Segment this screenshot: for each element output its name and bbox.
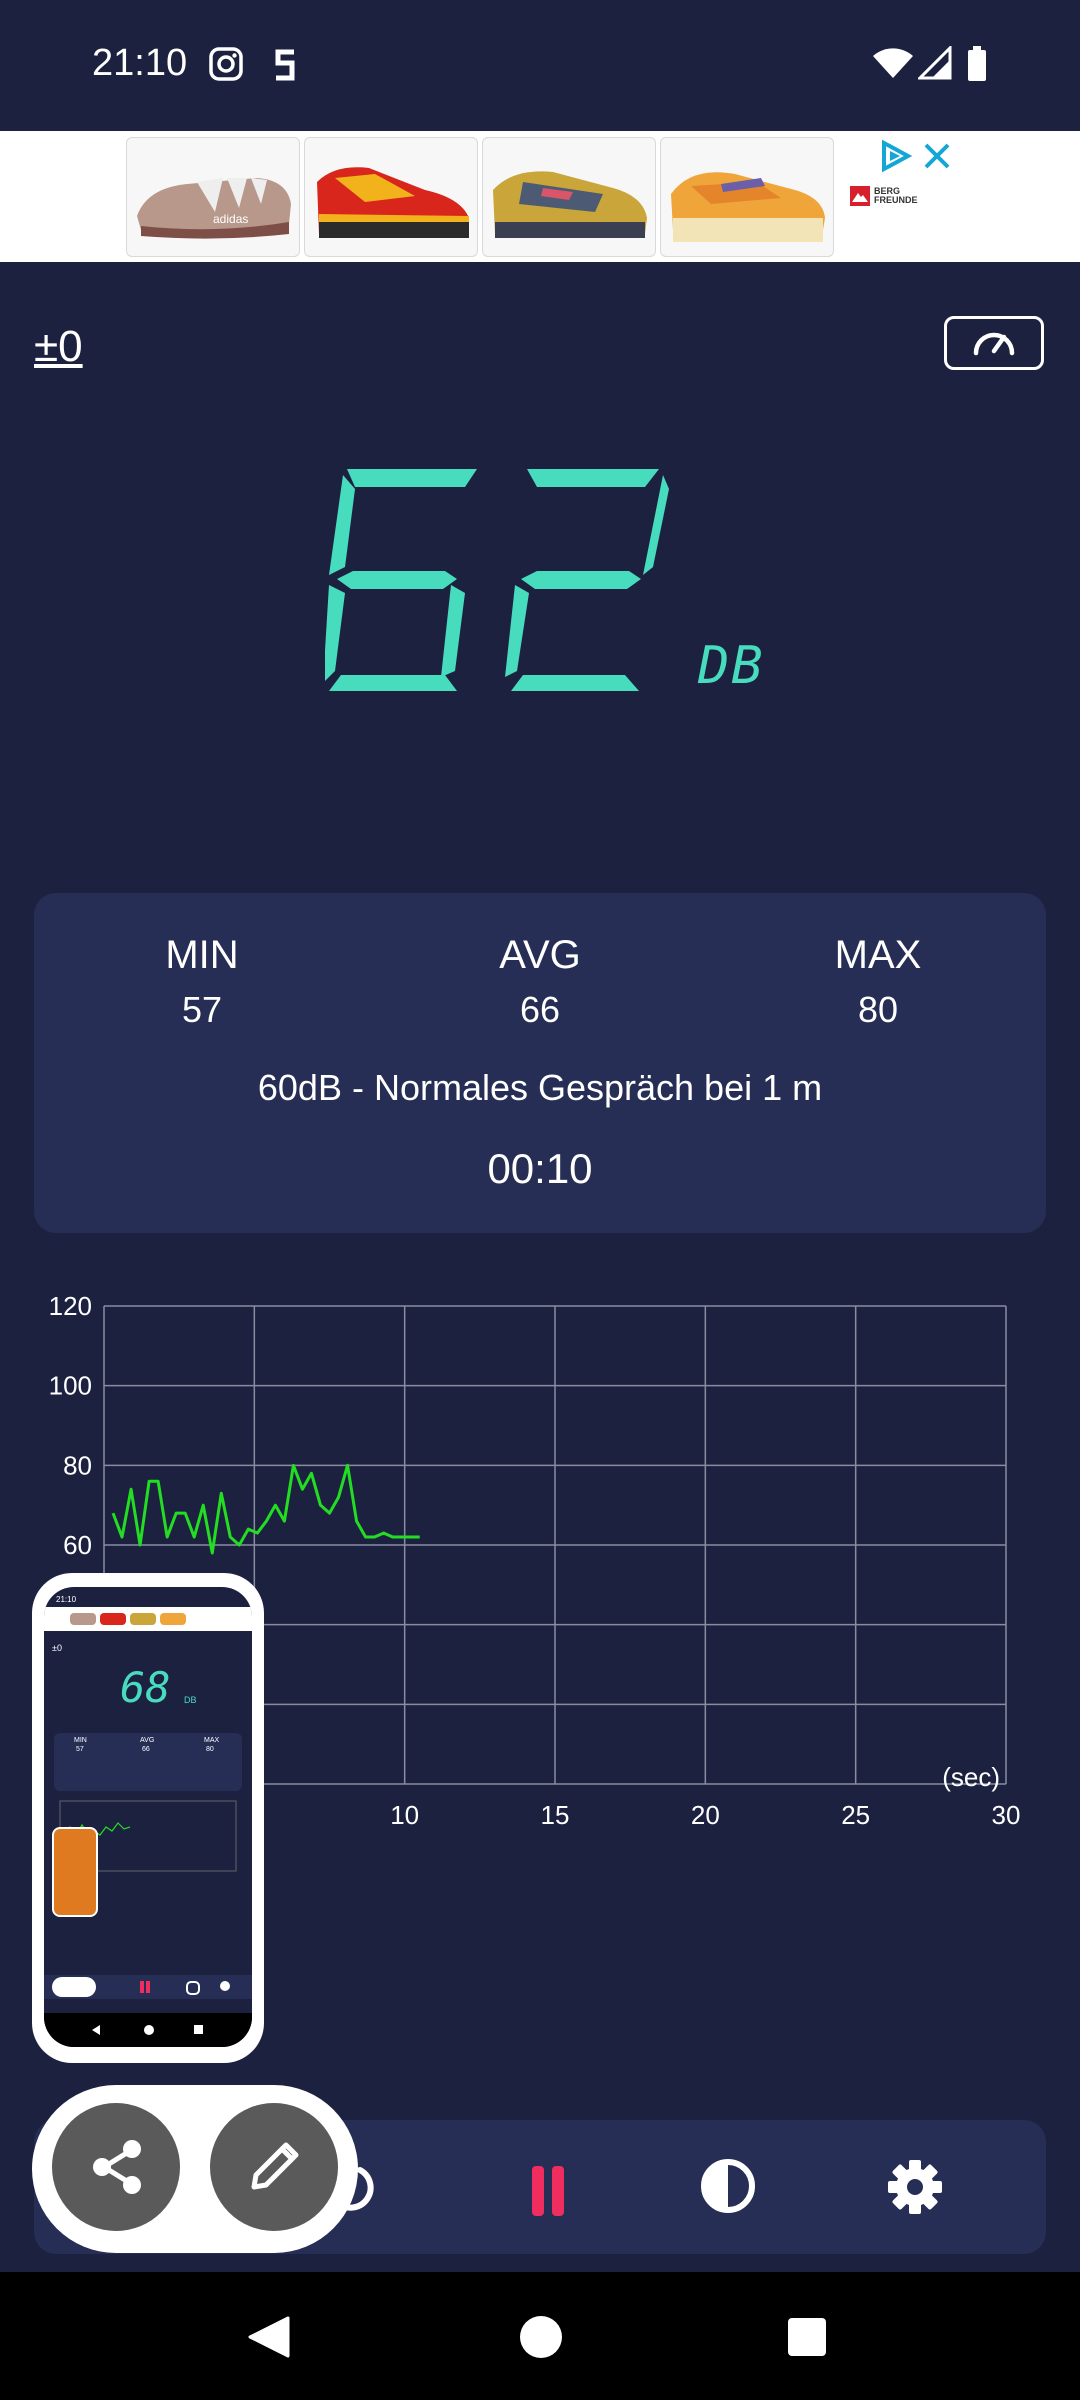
elapsed-time: 00:10: [487, 1145, 593, 1192]
preview-bottom-bar: [44, 1975, 252, 1999]
battery-icon: [966, 46, 988, 87]
instagram-icon: [208, 46, 244, 87]
speedometer-icon: [973, 332, 1015, 356]
preview-stats: MIN AVG MAX 57 66 80: [54, 1733, 242, 1791]
back-icon: [248, 2316, 290, 2358]
status-time: 21:10: [92, 42, 188, 84]
s-app-icon: [270, 46, 300, 89]
max-label: MAX: [834, 933, 922, 977]
preview-unit: DB: [184, 1695, 197, 1705]
theme-toggle-button[interactable]: [698, 2156, 758, 2221]
stats-card: MIN 57 AVG 66 MAX 80 60dB - Normales Ges…: [34, 893, 1046, 1233]
home-button[interactable]: [518, 2314, 564, 2365]
contrast-icon: [701, 2159, 755, 2213]
x-unit-label: (sec): [942, 1762, 1000, 1792]
preview-avg-label: AVG: [140, 1737, 155, 1744]
x-tick-label: 20: [691, 1800, 720, 1830]
wifi-icon: [872, 46, 914, 85]
preview-min-value: 57: [76, 1746, 84, 1753]
min-label: MIN: [165, 933, 239, 977]
status-bar: 21:10: [0, 0, 1080, 130]
edit-button[interactable]: [210, 2103, 338, 2231]
decibel-reading: [325, 469, 669, 691]
screenshot-preview[interactable]: 21:10 ±0 68 DB MIN AVG MAX 57 66 80: [32, 1573, 264, 2063]
y-tick-label: 100: [49, 1371, 92, 1401]
pause-icon: [532, 2166, 564, 2216]
ad-shoe-slide[interactable]: adidas: [126, 137, 300, 257]
max-value: 80: [857, 989, 899, 1030]
preview-nested-thumbnail: [52, 1827, 98, 1917]
unit-label: DB: [698, 636, 765, 696]
preview-max-label: MAX: [204, 1737, 220, 1744]
preview-calibration: ±0: [52, 1643, 62, 1653]
brand-mountain-icon: [850, 186, 870, 206]
ad-banner[interactable]: adidas BERG FREUNDE: [0, 131, 1080, 262]
x-tick-label: 30: [992, 1800, 1021, 1830]
back-button[interactable]: [246, 2314, 292, 2365]
ad-shoe-red[interactable]: [304, 137, 478, 257]
preview-avg-value: 66: [142, 1746, 150, 1753]
avg-value: 66: [519, 989, 561, 1030]
ad-shoe-text: adidas: [213, 212, 248, 226]
x-tick-label: 10: [390, 1800, 419, 1830]
preview-ad: [44, 1607, 252, 1631]
edit-icon: [251, 2142, 299, 2190]
preview-min-label: MIN: [74, 1737, 87, 1744]
ad-brand-text: BERG FREUNDE: [874, 186, 918, 205]
system-nav-bar: [0, 2272, 1080, 2400]
settings-button[interactable]: [884, 2156, 946, 2223]
gauge-mode-button[interactable]: [944, 316, 1044, 370]
preview-nav-bar: [44, 2013, 252, 2047]
ad-shoe-yellow[interactable]: [482, 137, 656, 257]
ad-close-icon[interactable]: [920, 139, 954, 178]
y-tick-label: 80: [63, 1450, 92, 1480]
pause-button[interactable]: [518, 2162, 578, 2225]
share-button[interactable]: [52, 2103, 180, 2231]
recents-button[interactable]: [786, 2316, 828, 2363]
ad-shoe-orange[interactable]: [660, 137, 834, 257]
preview-reading: 68: [120, 1663, 171, 1712]
y-tick-label: 120: [49, 1291, 92, 1321]
settings-icon: [888, 2160, 942, 2214]
preview-time: 21:10: [56, 1595, 77, 1604]
reference-text: 60dB - Normales Gespräch bei 1 m: [257, 1067, 823, 1108]
preview-screen: 21:10 ±0 68 DB MIN AVG MAX 57 66 80: [44, 1587, 252, 2047]
home-icon: [520, 2316, 562, 2358]
avg-label: AVG: [499, 933, 581, 977]
share-icon: [93, 2140, 141, 2194]
min-value: 57: [181, 989, 223, 1030]
screenshot-actions: [32, 2085, 358, 2253]
calibration-button[interactable]: ±0: [34, 322, 83, 372]
y-tick-label: 60: [63, 1530, 92, 1560]
signal-icon: [916, 44, 952, 85]
decibel-series-line: [111, 1463, 420, 1555]
preview-max-value: 80: [206, 1746, 214, 1753]
ad-choices-icon[interactable]: [878, 139, 913, 178]
ad-brand-logo[interactable]: BERG FREUNDE: [850, 186, 918, 206]
x-tick-label: 25: [841, 1800, 870, 1830]
recents-icon: [788, 2318, 826, 2356]
x-tick-label: 15: [541, 1800, 570, 1830]
